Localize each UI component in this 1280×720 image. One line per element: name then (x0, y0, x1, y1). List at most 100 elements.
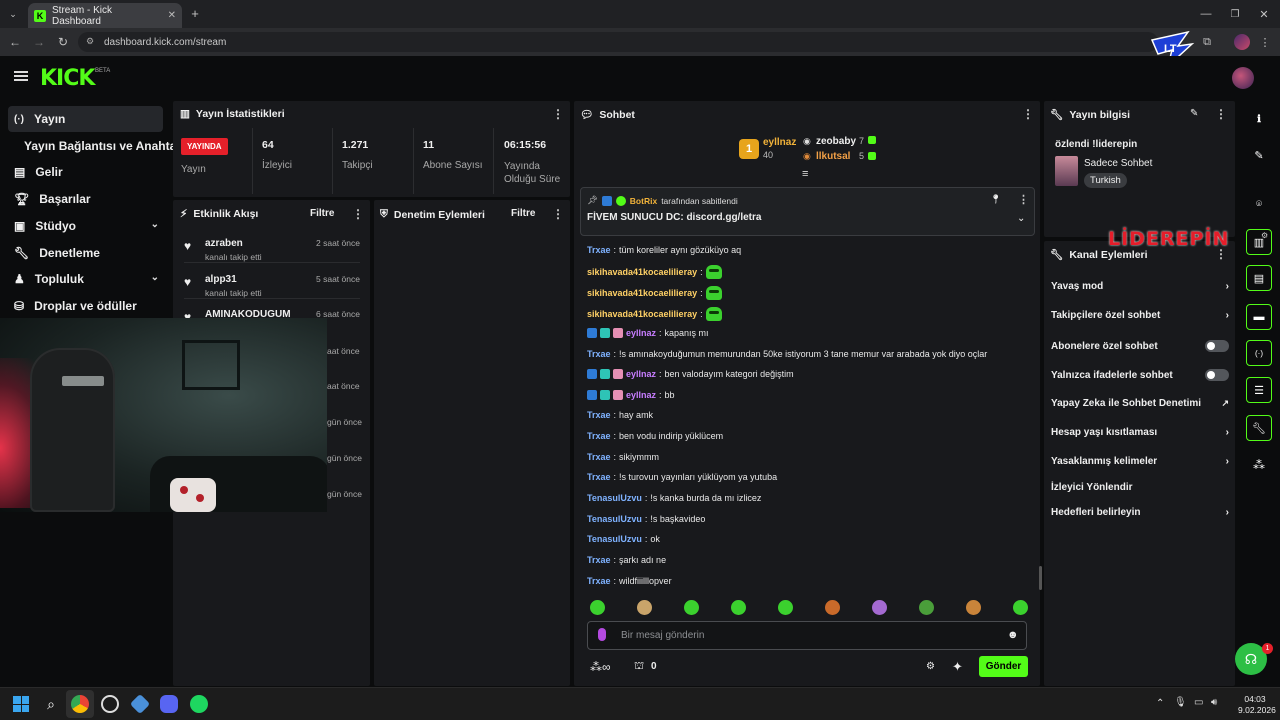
chat-settings-icon[interactable]: ⚙ (926, 661, 935, 672)
new-tab-button[interactable]: + (188, 6, 202, 21)
chat-message[interactable]: sikihavada41kocaelilieray: (587, 307, 722, 321)
maximize-icon[interactable]: ❐ (1227, 6, 1243, 22)
sidebar-item-studyo[interactable]: ▣ Stüdyo ⌄ (8, 213, 163, 239)
chat-username[interactable]: eyllnaz (626, 390, 656, 400)
chat-username[interactable]: Trxae (587, 576, 611, 586)
chat-message[interactable]: Trxae: ben vodu indirip yüklücem (587, 431, 723, 441)
edit-icon[interactable]: ✎ (1251, 147, 1267, 163)
url-input[interactable]: ⚙ dashboard.kick.com/stream (78, 32, 1158, 52)
chat-scrollbar[interactable] (1039, 566, 1042, 590)
emote-shortcut-icon[interactable] (684, 600, 699, 615)
kick-bot-icon[interactable]: ✦ (952, 659, 963, 675)
emote-shortcut-icon[interactable] (590, 600, 605, 615)
chat-username[interactable]: TenasulUzvu (587, 493, 642, 503)
leader-name[interactable]: llkutsal (816, 151, 850, 162)
sidebar-item-basarilar[interactable]: 🏆︎ Başarılar (8, 186, 163, 212)
moderation-menu-icon[interactable]: ⋮ (552, 207, 564, 221)
microphone-icon[interactable] (598, 628, 606, 641)
emote-icon[interactable] (705, 286, 722, 300)
leader-name[interactable]: zeobaby (816, 136, 856, 147)
discord-icon[interactable] (160, 695, 178, 713)
close-window-icon[interactable]: ✕ (1256, 6, 1272, 22)
emote-shortcut-icon[interactable] (1013, 600, 1028, 615)
obs-icon[interactable] (101, 695, 119, 713)
tray-chevron-icon[interactable]: ⌃ (1156, 698, 1164, 709)
emote-shortcut-icon[interactable] (731, 600, 746, 615)
sidebar-item-stream-key[interactable]: Yayın Bağlantısı ve Anahtarı (24, 139, 184, 153)
pinned-menu-icon[interactable]: ⋮ (1018, 193, 1029, 206)
action-emote-only[interactable]: Yalnızca ifadelerle sohbet (1051, 369, 1229, 381)
browser-menu-icon[interactable]: ⋮ (1260, 35, 1271, 49)
moderation-filter-button[interactable]: Filtre (511, 208, 535, 219)
action-subscribers-only[interactable]: Abonelere özel sohbet (1051, 340, 1229, 352)
sidebar-item-denetleme[interactable]: 🔧︎ Denetleme (8, 240, 163, 266)
chat-message[interactable]: Trxae: tüm koreliler aynı gözüküyo aq (587, 245, 741, 255)
emote-shortcut-icon[interactable] (637, 600, 652, 615)
windows-start-icon[interactable] (13, 696, 29, 712)
category-name[interactable]: Sadece Sohbet (1084, 158, 1152, 169)
emote-shortcut-icon[interactable] (872, 600, 887, 615)
sidebar-item-droplar[interactable]: ⛁ Droplar ve ödüller (8, 293, 163, 319)
user-avatar[interactable] (1232, 67, 1254, 89)
broadcast-toggle-button[interactable]: (·) (1246, 340, 1272, 366)
back-icon[interactable]: ← (8, 35, 22, 49)
chat-username[interactable]: Trxae (587, 245, 611, 255)
action-followers-only[interactable]: Takipçilere özel sohbet › (1051, 310, 1229, 321)
subscribers-only-toggle[interactable] (1205, 340, 1229, 352)
chat-message[interactable]: Trxae: wildfiiilllopver (587, 576, 672, 586)
hamburger-menu-icon[interactable] (14, 71, 28, 81)
spotify-icon[interactable] (190, 695, 208, 713)
emote-icon[interactable] (705, 307, 722, 321)
network-icon[interactable]: ▭ (1194, 697, 1203, 708)
chat-message[interactable]: Trxae: !s amınakoyduğumun memurundan 50ke… (587, 349, 987, 359)
site-info-icon[interactable]: ⚙ (86, 36, 94, 47)
chat-menu-icon[interactable]: ⋮ (1022, 107, 1034, 121)
volume-icon[interactable]: 🔊︎ (1211, 697, 1217, 708)
chat-message[interactable]: eyllnaz: kapanış mı (587, 328, 709, 338)
emote-only-toggle[interactable] (1205, 369, 1229, 381)
emote-shortcut-icon[interactable] (825, 600, 840, 615)
expand-pinned-icon[interactable]: ⌄ (1017, 213, 1025, 224)
action-account-age[interactable]: Hesap yaşı kısıtlaması › (1051, 427, 1229, 438)
store-icon[interactable]: ⛫ (634, 660, 644, 674)
send-button[interactable]: Gönder (979, 656, 1028, 677)
kick-logo[interactable]: KICK (40, 66, 95, 91)
chat-message[interactable]: Trxae: sikiymmm (587, 452, 659, 462)
action-goals[interactable]: Hedefleri belirleyin › (1051, 507, 1229, 518)
channel-actions-menu-icon[interactable]: ⋮ (1215, 247, 1227, 261)
browser-tab[interactable]: K Stream - Kick Dashboard ✕ (28, 3, 182, 28)
stats-menu-icon[interactable]: ⋮ (552, 107, 564, 121)
sidebar-item-gelir[interactable]: ▤ Gelir (8, 159, 163, 185)
stream-info-menu-icon[interactable]: ⋮ (1215, 107, 1227, 121)
emote-icon[interactable] (705, 265, 722, 279)
chat-message[interactable]: Trxae: hay amk (587, 410, 653, 420)
chat-message[interactable]: Trxae: şarkı adı ne (587, 555, 666, 565)
focus-icon[interactable]: ⌾ (1251, 196, 1267, 212)
extensions-icon[interactable]: ⧉ (1200, 35, 1214, 49)
forward-icon[interactable]: → (32, 35, 46, 49)
chat-username[interactable]: TenasulUzvu (587, 514, 642, 524)
action-ai-moderation[interactable]: Yapay Zeka ile Sohbet Denetimi ↗ (1051, 398, 1229, 409)
chat-message[interactable]: TenasulUzvu: !s kanka burda da mı izlicez (587, 493, 761, 503)
leader-name[interactable]: eyllnaz (763, 137, 796, 148)
emote-shortcut-icon[interactable] (966, 600, 981, 615)
info-icon[interactable]: ℹ (1251, 111, 1267, 127)
category-thumbnail[interactable] (1055, 156, 1078, 186)
taskbar-clock[interactable]: 04:03 9.02.2026 (1238, 694, 1276, 716)
chat-message[interactable]: sikihavada41kocaelilieray: (587, 286, 722, 300)
mic-icon[interactable]: 🎙︎ (1174, 697, 1187, 708)
tools-toggle-button[interactable]: 🔧︎ (1246, 415, 1272, 441)
close-tab-icon[interactable]: ✕ (168, 10, 176, 21)
tab-search-icon[interactable]: ⌄ (6, 7, 20, 21)
emote-shortcut-icon[interactable] (778, 600, 793, 615)
chat-message[interactable]: eyllnaz: ben valodayım kategori değiştim (587, 369, 794, 379)
chat-message[interactable]: sikihavada41kocaelilieray: (587, 265, 722, 279)
collapse-leaderboard-icon[interactable]: ≡ (802, 168, 808, 180)
sidebar-item-topluluk[interactable]: ♟ Topluluk ⌄ (8, 266, 163, 292)
activity-user[interactable]: alpp31 (205, 274, 237, 285)
activity-filter-button[interactable]: Filtre (310, 208, 334, 219)
edit-icon[interactable]: ✎ (1190, 108, 1198, 119)
chat-username[interactable]: Trxae (587, 431, 611, 441)
action-host[interactable]: İzleyici Yönlendir (1051, 482, 1229, 493)
unpin-icon[interactable]: 📍︎ (990, 194, 1001, 205)
